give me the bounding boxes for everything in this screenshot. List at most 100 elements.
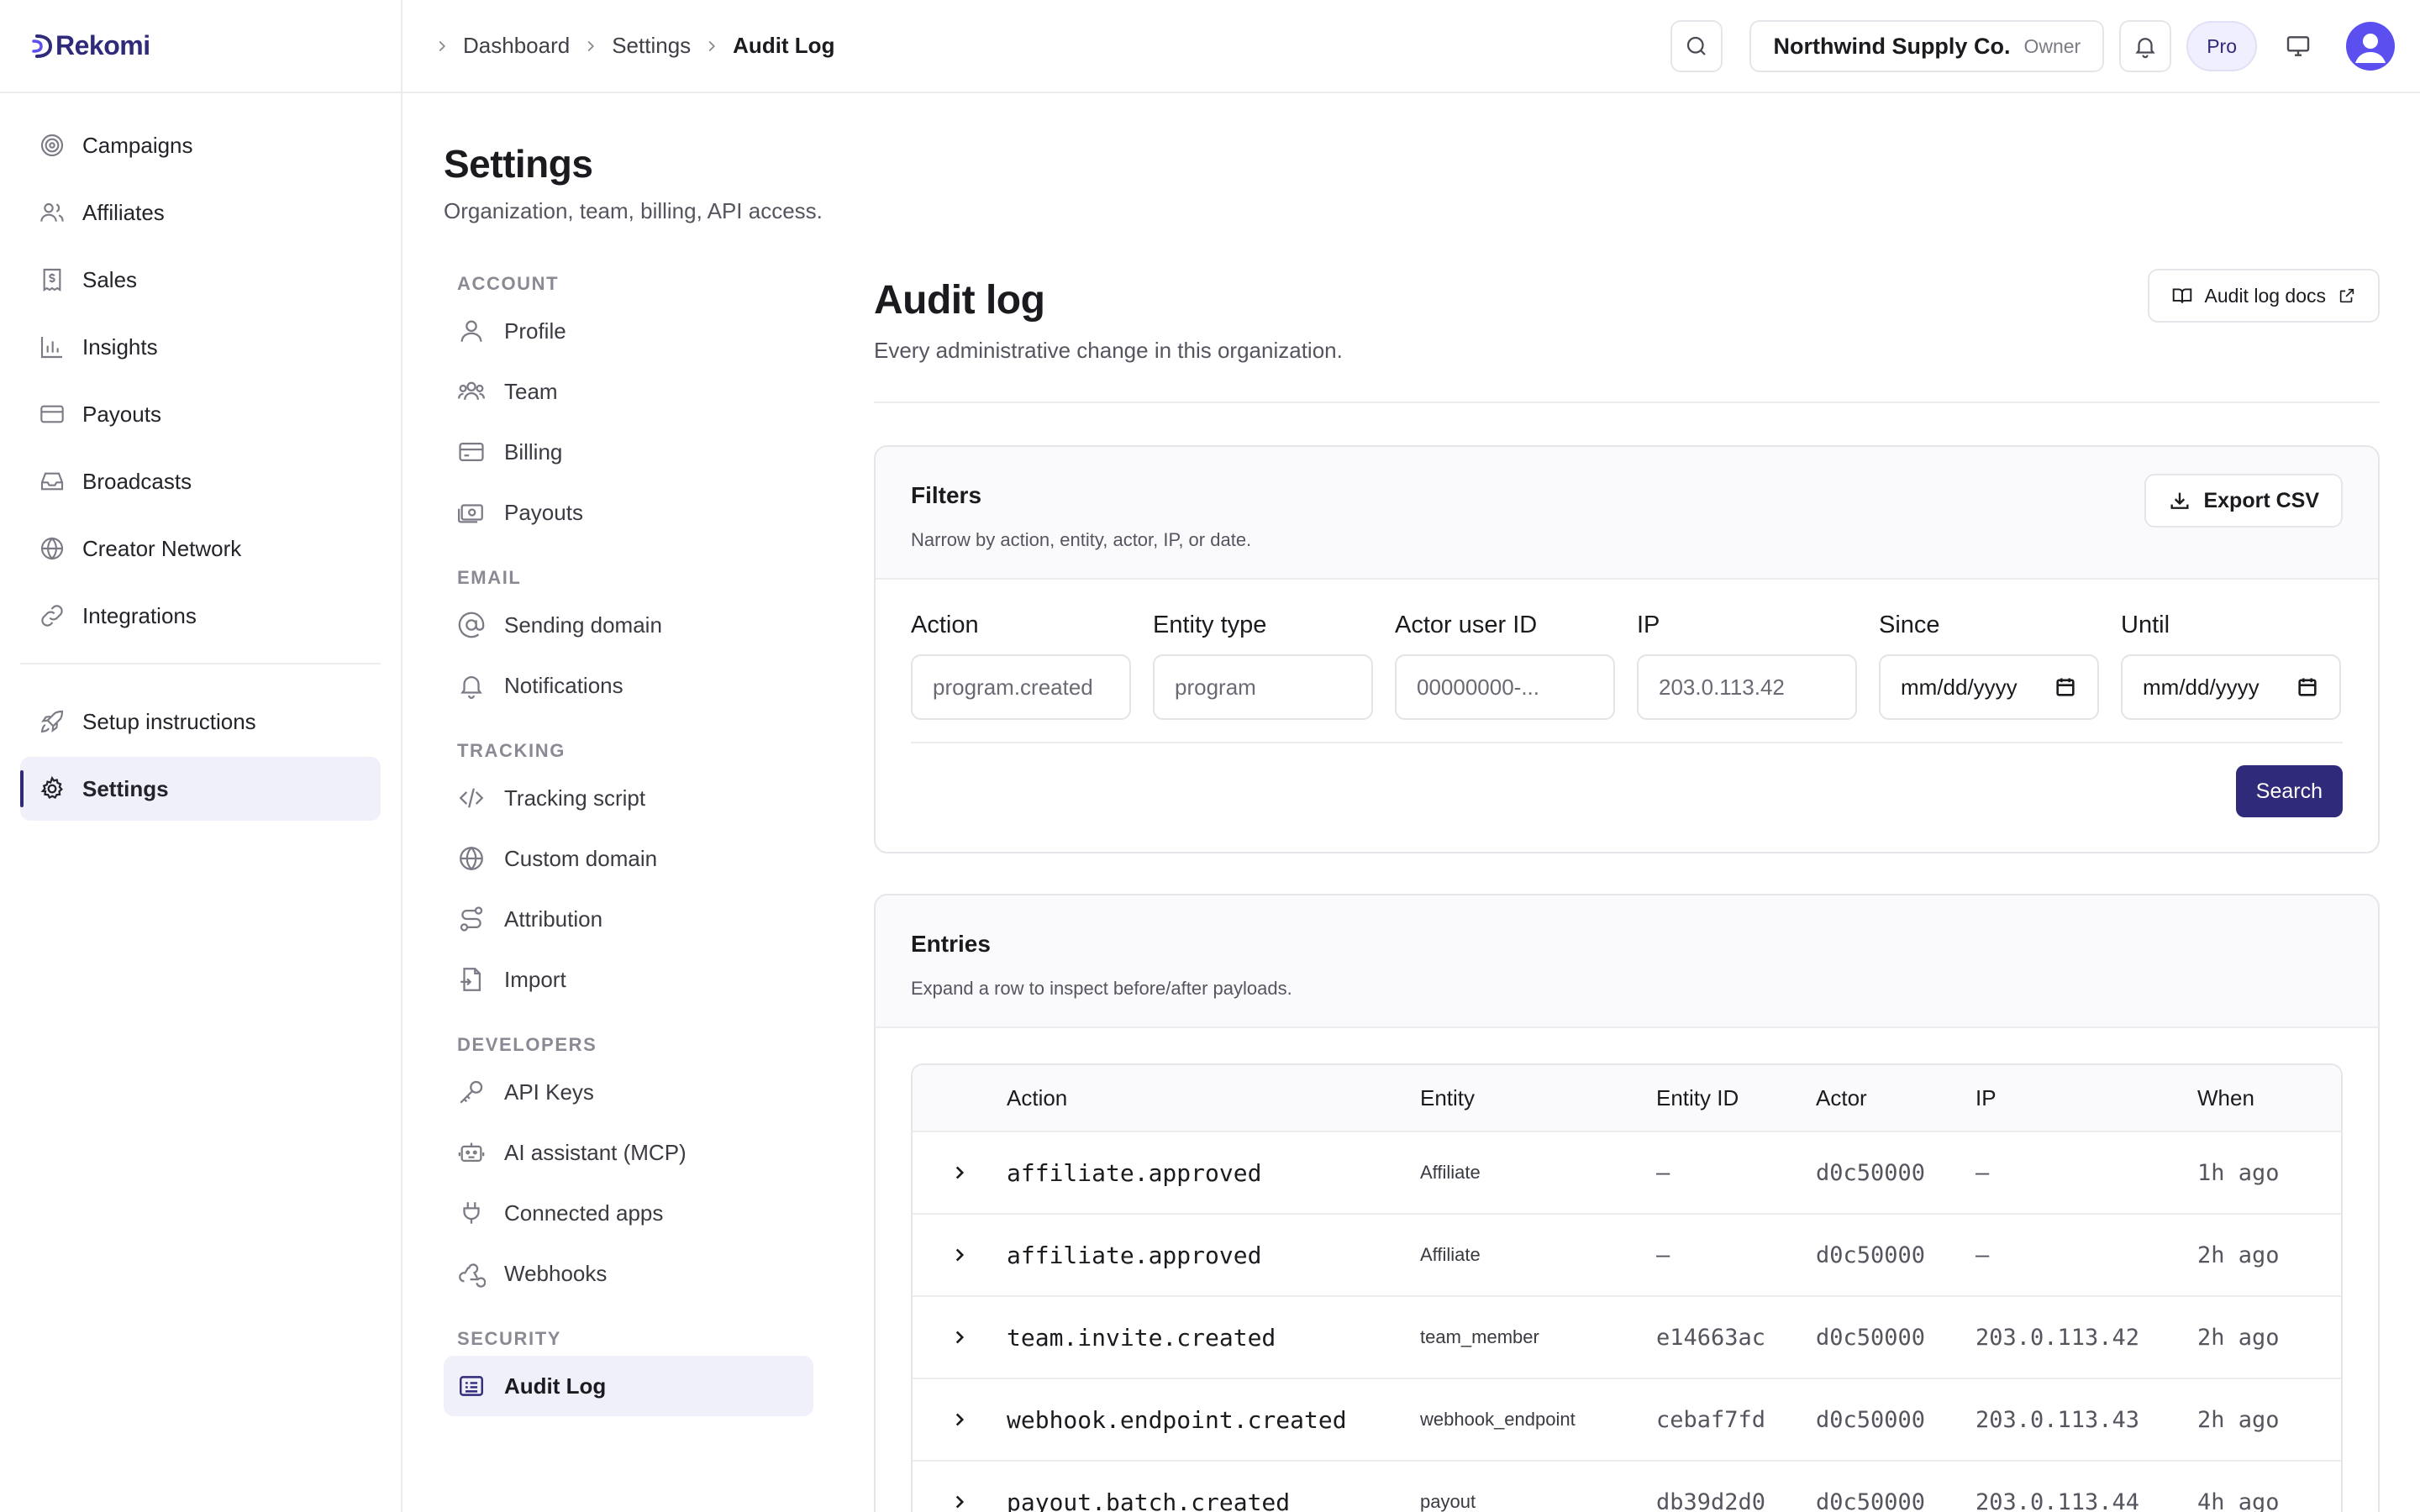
filters-description: Narrow by action, entity, actor, IP, or … bbox=[911, 529, 1252, 550]
table-row[interactable]: affiliate.approved Affiliate — d0c50000 … bbox=[913, 1213, 2341, 1295]
filter-since: Since mm/dd/yyyy bbox=[1879, 612, 2099, 720]
chevron-right-icon bbox=[439, 40, 446, 51]
column-header-actor: Actor bbox=[1816, 1084, 1867, 1110]
inbox-icon bbox=[40, 472, 64, 491]
settings-item-team[interactable]: Team bbox=[444, 361, 813, 422]
settings-item-webhooks[interactable]: Webhooks bbox=[444, 1243, 813, 1304]
filter-ip: IP 203.0.113.42 bbox=[1637, 612, 1857, 720]
column-header-ip: IP bbox=[1975, 1084, 1996, 1110]
bell-icon bbox=[460, 676, 482, 699]
nav-item-affiliates[interactable]: Affiliates bbox=[20, 181, 381, 244]
settings-item-billing[interactable]: Billing bbox=[444, 422, 813, 482]
expand-row-button[interactable] bbox=[913, 1244, 1007, 1266]
calendar-icon[interactable] bbox=[2054, 675, 2077, 699]
plan-badge[interactable]: Pro bbox=[2186, 21, 2257, 71]
org-switcher[interactable]: Northwind Supply Co. Owner bbox=[1749, 20, 2105, 72]
nav-label: Payouts bbox=[82, 401, 161, 427]
nav-item-integrations[interactable]: Integrations bbox=[20, 584, 381, 648]
nav-item-broadcasts[interactable]: Broadcasts bbox=[20, 449, 381, 513]
table-row[interactable]: team.invite.created team_member e14663ac… bbox=[913, 1295, 2341, 1378]
action-input[interactable]: program.created bbox=[911, 654, 1131, 720]
banknote-icon bbox=[457, 504, 483, 523]
nav-label: Campaigns bbox=[82, 132, 193, 158]
settings-item-label: Attribution bbox=[504, 906, 603, 932]
nav-item-payouts[interactable]: Payouts bbox=[20, 382, 381, 446]
filter-action: Action program.created bbox=[911, 612, 1131, 720]
since-date-input[interactable]: mm/dd/yyyy bbox=[1879, 654, 2099, 720]
settings-nav: ACCOUNT Profile Team Billing Payouts EMA… bbox=[444, 267, 813, 1416]
nav-item-creator-network[interactable]: Creator Network bbox=[20, 517, 381, 580]
brand-logo[interactable]: Rekomi bbox=[0, 0, 401, 93]
section-heading-tracking: TRACKING bbox=[457, 740, 566, 761]
settings-item-label: Tracking script bbox=[504, 785, 646, 811]
file-import-icon bbox=[460, 968, 481, 991]
settings-item-notifications[interactable]: Notifications bbox=[444, 655, 813, 716]
settings-item-api-keys[interactable]: API Keys bbox=[444, 1062, 813, 1122]
settings-item-label: Payouts bbox=[504, 499, 583, 525]
nav-item-sales[interactable]: Sales bbox=[20, 248, 381, 312]
table-row[interactable]: payout.batch.created payout db39d2d0 d0c… bbox=[913, 1460, 2341, 1512]
settings-item-connected-apps[interactable]: Connected apps bbox=[444, 1183, 813, 1243]
row-when: 1h ago bbox=[2197, 1159, 2280, 1186]
row-ip: — bbox=[1975, 1242, 1990, 1268]
export-csv-label: Export CSV bbox=[2203, 488, 2319, 512]
breadcrumb-dashboard[interactable]: Dashboard bbox=[463, 33, 570, 59]
row-when: 4h ago bbox=[2197, 1488, 2280, 1512]
audit-log-docs-button[interactable]: Audit log docs bbox=[2147, 269, 2380, 323]
settings-item-label: Custom domain bbox=[504, 845, 658, 871]
nav-item-setup-instructions[interactable]: Setup instructions bbox=[20, 690, 381, 753]
row-when: 2h ago bbox=[2197, 1406, 2280, 1433]
settings-item-custom-domain[interactable]: Custom domain bbox=[444, 828, 813, 889]
credit-card-icon bbox=[459, 442, 484, 462]
breadcrumb: Dashboard Settings Audit Log bbox=[433, 33, 834, 59]
table-row[interactable]: webhook.endpoint.created webhook_endpoin… bbox=[913, 1378, 2341, 1460]
entries-card: Entries Expand a row to inspect before/a… bbox=[874, 894, 2380, 1512]
avatar[interactable] bbox=[2346, 22, 2395, 71]
settings-item-audit-log[interactable]: Audit Log bbox=[444, 1356, 813, 1416]
search-button[interactable] bbox=[1670, 20, 1723, 72]
nav-label: Creator Network bbox=[82, 535, 242, 561]
row-ip: 203.0.113.42 bbox=[1975, 1324, 2140, 1351]
expand-row-button[interactable] bbox=[913, 1162, 1007, 1184]
nav-divider bbox=[20, 663, 381, 664]
nav-label: Insights bbox=[82, 333, 158, 360]
target-icon bbox=[40, 134, 64, 157]
chevron-right-icon bbox=[955, 1248, 965, 1262]
column-header-when: When bbox=[2197, 1084, 2254, 1110]
entity-type-input[interactable]: program bbox=[1153, 654, 1373, 720]
table-row[interactable]: affiliate.approved Affiliate — d0c50000 … bbox=[913, 1131, 2341, 1213]
nav-item-insights[interactable]: Insights bbox=[20, 315, 381, 379]
ip-input[interactable]: 203.0.113.42 bbox=[1637, 654, 1857, 720]
settings-item-payouts[interactable]: Payouts bbox=[444, 482, 813, 543]
settings-item-ai-assistant[interactable]: AI assistant (MCP) bbox=[444, 1122, 813, 1183]
actor-user-id-input[interactable]: 00000000-... bbox=[1395, 654, 1615, 720]
until-date-input[interactable]: mm/dd/yyyy bbox=[2121, 654, 2341, 720]
column-header-action: Action bbox=[1007, 1084, 1068, 1110]
settings-item-attribution[interactable]: Attribution bbox=[444, 889, 813, 949]
nav-item-settings[interactable]: Settings bbox=[20, 757, 381, 821]
expand-row-button[interactable] bbox=[913, 1409, 1007, 1431]
settings-item-sending-domain[interactable]: Sending domain bbox=[444, 595, 813, 655]
settings-item-import[interactable]: Import bbox=[444, 949, 813, 1010]
settings-item-profile[interactable]: Profile bbox=[444, 301, 813, 361]
filters-title: Filters bbox=[911, 482, 982, 508]
bot-icon bbox=[458, 1142, 485, 1163]
expand-row-button[interactable] bbox=[913, 1326, 1007, 1348]
calendar-icon[interactable] bbox=[2296, 675, 2319, 699]
key-icon bbox=[460, 1080, 483, 1104]
notifications-button[interactable] bbox=[2119, 20, 2172, 72]
settings-item-tracking-script[interactable]: Tracking script bbox=[444, 768, 813, 828]
chevron-right-icon bbox=[587, 40, 595, 51]
row-entity: team_member bbox=[1420, 1326, 1539, 1347]
search-submit-button[interactable]: Search bbox=[2235, 765, 2343, 817]
display-button[interactable] bbox=[2272, 20, 2324, 72]
row-ip: — bbox=[1975, 1159, 1990, 1186]
export-csv-button[interactable]: Export CSV bbox=[2144, 474, 2343, 528]
breadcrumb-settings[interactable]: Settings bbox=[612, 33, 691, 59]
expand-row-button[interactable] bbox=[913, 1491, 1007, 1512]
nav-label: Settings bbox=[82, 775, 169, 801]
nav-item-campaigns[interactable]: Campaigns bbox=[20, 113, 381, 177]
